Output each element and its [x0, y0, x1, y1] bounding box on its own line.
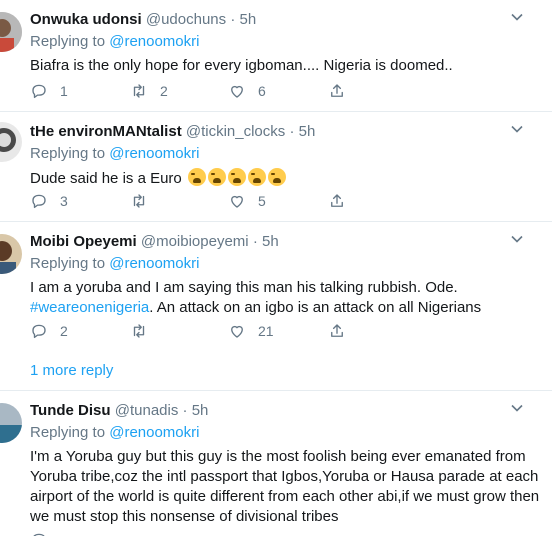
reply-button[interactable] [30, 531, 48, 536]
tweet-1[interactable]: Onwuka udonsi @udochuns · 5h Replying to… [0, 0, 552, 112]
reply-count: 2 [60, 323, 68, 339]
like-count: 6 [258, 83, 266, 99]
separator-dot: · [289, 123, 295, 140]
crying-face-icon [267, 168, 286, 186]
timestamp[interactable]: 5h [192, 402, 209, 419]
more-options-icon[interactable] [510, 232, 528, 250]
reply-icon [32, 84, 46, 99]
like-count: 5 [258, 193, 266, 209]
reply-icon [33, 533, 45, 536]
avatar-image [0, 234, 22, 274]
replying-to-label: Replying to [30, 33, 106, 50]
user-handle[interactable]: @moibiopeyemi [141, 233, 249, 250]
reply-button[interactable]: 3 [30, 192, 68, 210]
separator-dot: · [252, 233, 258, 250]
more-options-icon[interactable] [510, 122, 528, 140]
heart-icon [231, 85, 243, 98]
like-button[interactable]: 5 [228, 192, 266, 210]
replying-to-label: Replying to [30, 255, 106, 272]
tweet-actions: 2 21 [30, 322, 370, 344]
like-button[interactable]: 21 [228, 322, 274, 340]
share-button[interactable] [328, 82, 346, 100]
avatar-image [0, 122, 22, 162]
retweet-button[interactable]: 2 [130, 82, 168, 100]
reply-icon [32, 194, 46, 209]
tweet-text-content-continued: . An attack on an igbo is an attack on a… [149, 299, 482, 316]
tweet-actions: 1 2 6 [30, 82, 370, 104]
user-handle[interactable]: @tunadis [115, 402, 179, 419]
retweet-icon [133, 84, 145, 98]
display-name[interactable]: tHe environMANtalist [30, 123, 182, 140]
like-button[interactable]: 6 [228, 82, 266, 100]
retweet-count: 2 [160, 83, 168, 99]
share-icon [331, 194, 343, 207]
tweet-header: Moibi Opeyemi @moibiopeyemi · 5h [30, 232, 542, 252]
avatar-image [0, 12, 22, 52]
tweet-text-content: I am a yoruba and I am saying this man h… [30, 279, 458, 296]
heart-icon [231, 195, 243, 208]
tweet-header: tHe environMANtalist @tickin_clocks · 5h [30, 122, 542, 142]
tweet-header: Onwuka udonsi @udochuns · 5h [30, 10, 542, 30]
retweet-button[interactable] [130, 322, 160, 340]
retweet-button[interactable] [130, 192, 160, 210]
mention-link[interactable]: @renoomokri [109, 424, 199, 441]
crying-face-icon [227, 168, 246, 186]
reply-count: 3 [60, 193, 68, 209]
reply-button[interactable]: 1 [30, 82, 68, 100]
mention-link[interactable]: @renoomokri [109, 255, 199, 272]
avatar[interactable] [0, 403, 22, 443]
tweet-text-content: Dude said he is a Euro [30, 170, 182, 187]
timestamp[interactable]: 5h [239, 11, 256, 28]
crying-face-icon [187, 168, 206, 186]
retweet-icon [133, 324, 145, 338]
more-options-icon[interactable] [510, 401, 528, 419]
tweet-4[interactable]: Tunde Disu @tunadis · 5h Replying to @re… [0, 391, 552, 536]
reply-button[interactable]: 2 [30, 322, 68, 340]
mention-link[interactable]: @renoomokri [109, 145, 199, 162]
user-handle[interactable]: @udochuns [146, 11, 226, 28]
share-button[interactable] [328, 322, 346, 340]
timestamp[interactable]: 5h [299, 123, 316, 140]
display-name[interactable]: Onwuka udonsi [30, 11, 142, 28]
tweet-text: I am a yoruba and I am saying this man h… [30, 278, 542, 318]
avatar[interactable] [0, 12, 22, 52]
avatar-image [0, 403, 22, 443]
tweet-2[interactable]: tHe environMANtalist @tickin_clocks · 5h… [0, 112, 552, 222]
heart-icon [231, 325, 243, 338]
tweet-text: Biafra is the only hope for every igboma… [30, 57, 453, 74]
reply-count: 1 [60, 83, 68, 99]
show-more-replies-link[interactable]: 1 more reply [30, 362, 113, 379]
display-name[interactable]: Moibi Opeyemi [30, 233, 137, 250]
like-count: 21 [258, 323, 274, 339]
replying-to-label: Replying to [30, 424, 106, 441]
reply-icon [32, 324, 46, 339]
separator-dot: · [230, 11, 236, 28]
crying-face-icon [207, 168, 226, 186]
more-options-icon[interactable] [510, 10, 528, 28]
separator-dot: · [182, 402, 188, 419]
retweet-icon [133, 194, 145, 208]
crying-face-icon [247, 168, 266, 186]
tweet-text: Dude said he is a Euro [30, 168, 542, 189]
replying-to: Replying to @renoomokri [30, 423, 542, 443]
tweet-actions: 3 5 [30, 192, 370, 214]
replying-to: Replying to @renoomokri [30, 144, 542, 164]
replying-to: Replying to @renoomokri [30, 32, 542, 52]
avatar[interactable] [0, 122, 22, 162]
timestamp[interactable]: 5h [262, 233, 279, 250]
display-name[interactable]: Tunde Disu [30, 402, 111, 419]
hashtag-link[interactable]: #weareonenigeria [30, 299, 149, 316]
tweet-header: Tunde Disu @tunadis · 5h [30, 401, 542, 421]
tweet-actions [30, 531, 370, 536]
user-handle[interactable]: @tickin_clocks [186, 123, 285, 140]
tweet-3[interactable]: Moibi Opeyemi @moibiopeyemi · 5h Replyin… [0, 222, 552, 392]
replying-to: Replying to @renoomokri [30, 254, 542, 274]
share-icon [331, 324, 343, 337]
mention-link[interactable]: @renoomokri [109, 33, 199, 50]
tweet-text: I'm a Yoruba guy but this guy is the mos… [30, 448, 540, 525]
share-icon [331, 84, 343, 97]
avatar[interactable] [0, 234, 22, 274]
share-button[interactable] [328, 192, 346, 210]
replying-to-label: Replying to [30, 145, 106, 162]
